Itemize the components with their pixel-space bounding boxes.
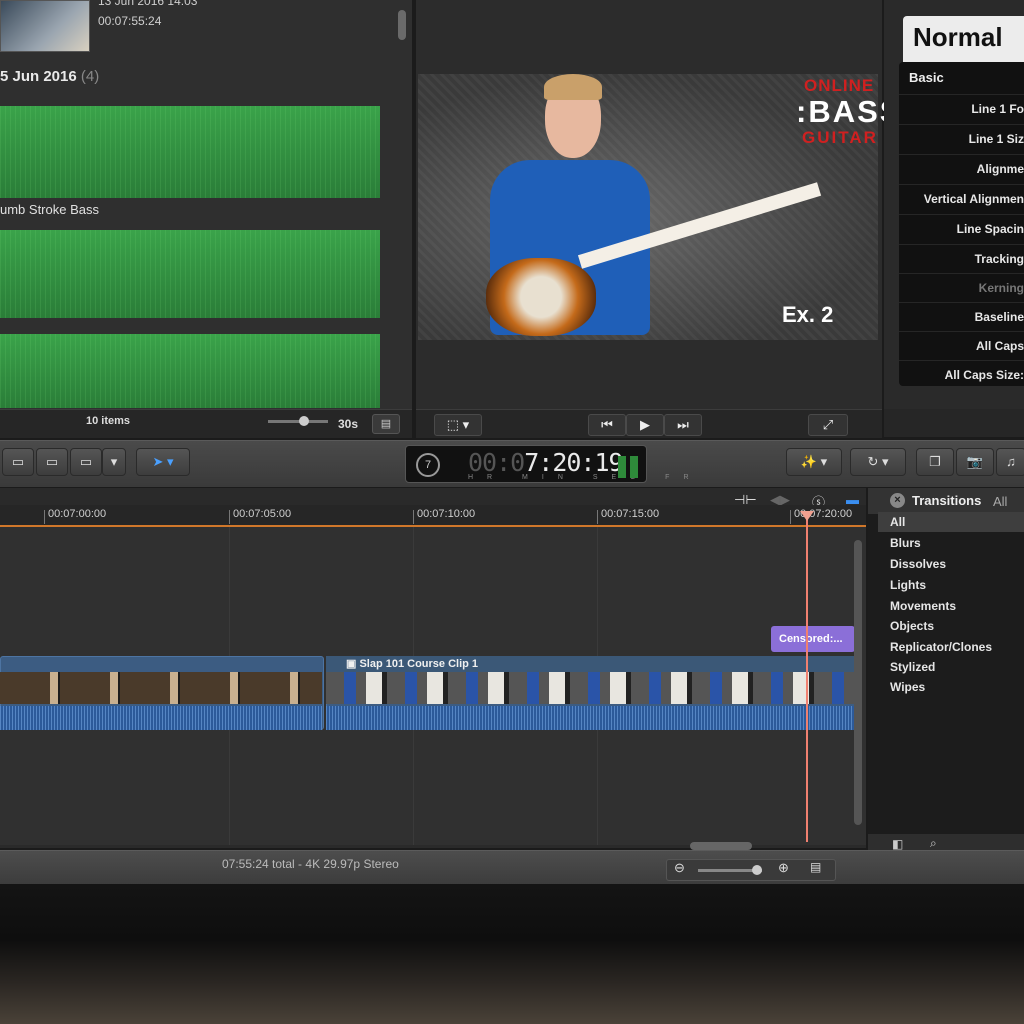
transitions-category-blurs[interactable]: Blurs (878, 533, 1024, 553)
inspector-row-line-spacing[interactable]: Line Spacin (899, 214, 1024, 244)
clip-thumbnail[interactable] (0, 0, 90, 52)
next-edit-icon[interactable]: ⏭ (664, 414, 702, 436)
timecode-main: 7:20:19 (524, 448, 623, 477)
transitions-filter[interactable]: All (993, 494, 1007, 509)
items-count: 10 items (86, 415, 131, 427)
timecode-mode-icon[interactable]: 7 (416, 453, 440, 477)
timecode-leading: 00:0 (468, 448, 525, 477)
ruler-tick (413, 510, 414, 524)
timeline-vertical-scrollbar[interactable] (854, 540, 862, 825)
browser-clip-name: umb Stroke Bass (0, 202, 99, 217)
clip-title: ▣ Slap 101 Course Clip 1 (346, 657, 478, 670)
timeline-appearance-icon[interactable]: ▤ (810, 860, 821, 874)
browser-clip-3[interactable] (0, 334, 380, 408)
effects-browser-icon[interactable]: ❐ (916, 448, 954, 476)
inspector-row-vertical-alignment[interactable]: Vertical Alignmen (899, 184, 1024, 214)
enhancements-icon[interactable]: ✨ ▾ (786, 448, 842, 476)
timeline-horizontal-scrollbar[interactable] (690, 842, 752, 850)
clip-audio-waveform (326, 706, 854, 730)
transitions-category-all[interactable]: All (878, 512, 1024, 532)
timecode-units: HR MIN SEC FR (468, 474, 703, 481)
monitor-bezel (0, 884, 1024, 1024)
ruler-tick (790, 510, 791, 524)
title-clip-censored[interactable]: Censored:... (771, 626, 855, 652)
browser-scrollbar[interactable] (398, 10, 406, 40)
clip-date: 13 Jun 2016 14:03 (98, 0, 198, 8)
date-group-count: (4) (80, 68, 100, 85)
audio-meter-right (630, 456, 638, 478)
timecode-value: 00:07:20:19 (468, 448, 624, 477)
timeline-zoom-knob[interactable] (752, 865, 762, 875)
logo-guitar: GUITAR (802, 128, 878, 147)
clip-filmstrip (0, 672, 322, 704)
transitions-category-dissolves[interactable]: Dissolves (878, 554, 1024, 574)
insert-clip-icon[interactable]: ▭ (36, 448, 68, 476)
transitions-category-objects[interactable]: Objects (878, 616, 1024, 636)
transitions-category-movements[interactable]: Movements (878, 596, 1024, 616)
inspector-row-all-caps[interactable]: All Caps (899, 331, 1024, 361)
clip-icon: ▣ (346, 658, 360, 670)
inspector-row-all-caps-size[interactable]: All Caps Size: (899, 360, 1024, 390)
select-tool-icon[interactable]: ➤ ▾ (136, 448, 190, 476)
retime-icon[interactable]: ↻ ▾ (850, 448, 906, 476)
playhead-handle[interactable] (800, 511, 814, 521)
date-group-header[interactable]: 5 Jun 2016 (4) (0, 68, 99, 85)
inspector-title: Normal (903, 16, 1024, 62)
ruler-tick (229, 510, 230, 524)
inspector-row-baseline[interactable]: Baseline (899, 302, 1024, 332)
ruler-tick (597, 510, 598, 524)
play-icon[interactable]: ▶ (626, 414, 664, 436)
audio-meter-left (618, 456, 626, 478)
clip-size-slider-knob[interactable] (299, 416, 309, 426)
clip-duration: 00:07:55:24 (98, 14, 162, 28)
transitions-category-stylized[interactable]: Stylized (878, 657, 1024, 677)
clip-size-slider[interactable] (268, 420, 328, 423)
inspector-row-alignment[interactable]: Alignme (899, 154, 1024, 184)
ruler-label: 00:07:05:00 (233, 508, 292, 520)
ruler-tick (44, 510, 45, 524)
clip-appearance-icon[interactable]: ▤ (372, 414, 400, 434)
edit-mode-menu-icon[interactable]: ▾ (102, 448, 126, 476)
project-info: 07:55:24 total - 4K 29.97p Stereo (222, 857, 399, 871)
photos-browser-icon[interactable]: 📷 (956, 448, 994, 476)
transitions-title: Transitions (912, 493, 982, 508)
transitions-category-replicator-clones[interactable]: Replicator/Clones (878, 637, 1024, 657)
transform-menu-icon[interactable]: ⬚ ▾ (434, 414, 482, 436)
close-icon[interactable]: × (890, 493, 905, 508)
date-group-label: 5 Jun 2016 (0, 68, 77, 85)
bass-guitar-body (486, 258, 596, 336)
music-browser-icon[interactable]: ♫ (996, 448, 1024, 476)
video-overlay-text: Ex. 2 (782, 302, 834, 327)
clip-title-text: Slap 101 Course Clip 1 (359, 658, 479, 670)
clip-filmstrip (326, 672, 854, 704)
append-clip-icon[interactable]: ▭ (70, 448, 102, 476)
connect-clip-icon[interactable]: ▭ (2, 448, 34, 476)
playhead[interactable] (806, 514, 808, 842)
browser-clip-1[interactable] (0, 106, 380, 198)
inspector-section-basic[interactable]: Basic (909, 70, 944, 85)
inspector-row-line1-size[interactable]: Line 1 Siz (899, 124, 1024, 154)
inspector-row-kerning: Kerning (899, 273, 1024, 303)
clip-audio-waveform (0, 706, 322, 730)
browser-clip-2[interactable] (0, 230, 380, 318)
transitions-category-wipes[interactable]: Wipes (878, 677, 1024, 697)
zoom-out-icon[interactable]: ⊖ (674, 860, 685, 876)
status-bar (0, 850, 1024, 885)
presenter-hair (544, 74, 602, 100)
search-icon[interactable]: ⌕ (930, 836, 937, 851)
inspector-row-line1-font[interactable]: Line 1 Fo (899, 94, 1024, 124)
inspector-footer (884, 409, 1024, 437)
previous-edit-icon[interactable]: ⏮ (588, 414, 626, 436)
transitions-category-lights[interactable]: Lights (878, 575, 1024, 595)
zoom-in-icon[interactable]: ⊕ (778, 860, 789, 876)
ruler-label: 00:07:10:00 (417, 508, 476, 520)
logo-online: ONLINE (804, 76, 875, 95)
ruler-label: 00:07:15:00 (601, 508, 660, 520)
clip-duration-setting: 30s (338, 417, 359, 431)
sidebar-toggle-icon[interactable]: ◧ (892, 837, 903, 851)
ruler-label: 00:07:00:00 (48, 508, 107, 520)
fullscreen-icon[interactable]: ⤢ (808, 414, 848, 436)
inspector-row-tracking[interactable]: Tracking (899, 244, 1024, 274)
